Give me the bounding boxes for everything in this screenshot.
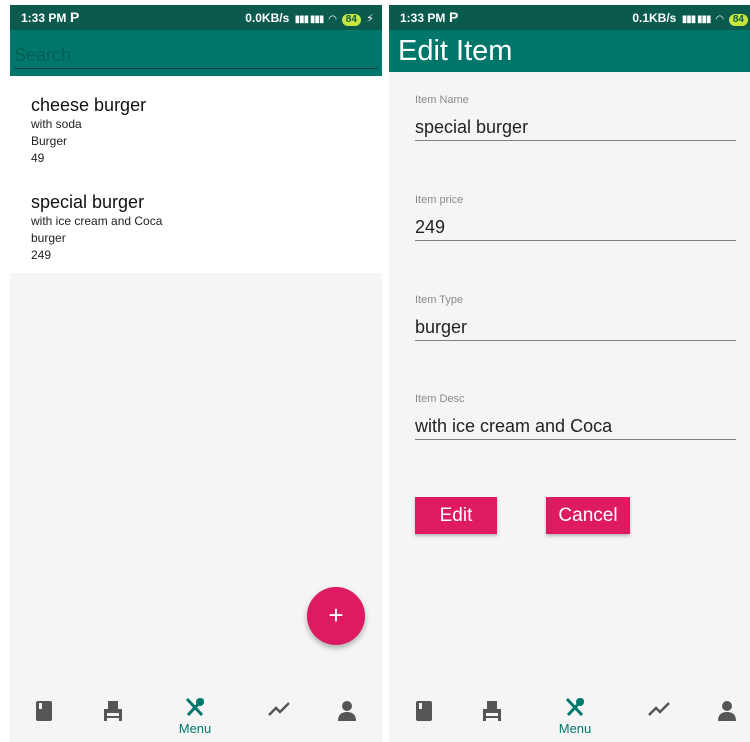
status-time: 1:33 PM <box>21 11 67 25</box>
wifi-icon: ◠ <box>715 14 724 25</box>
item-type: burger <box>31 231 66 245</box>
search-input[interactable] <box>14 42 378 69</box>
battery-icon: 84 <box>341 14 361 26</box>
edit-item-screen: 1:33 PM P 0.1KB/s ▮▮▮ ▮▮▮ ◠ 84 Edit Item… <box>389 5 750 742</box>
status-bar: 1:33 PM P 0.1KB/s ▮▮▮ ▮▮▮ ◠ 84 <box>389 5 750 30</box>
status-time: 1:33 PM <box>400 11 446 25</box>
nav-label-menu: Menu <box>178 721 212 736</box>
item-price-field-group: Item price <box>415 193 736 241</box>
nav-label-menu: Menu <box>558 721 592 736</box>
item-price: 49 <box>31 151 45 165</box>
status-indicators: 0.1KB/s ▮▮▮ ▮▮▮ ◠ 84 <box>632 11 748 26</box>
item-desc-label: Item Desc <box>415 393 465 405</box>
person-icon <box>700 701 750 725</box>
item-desc-field-group: Item Desc <box>415 392 736 440</box>
fork-spoon-icon <box>168 697 222 721</box>
edit-button[interactable]: Edit <box>415 497 497 534</box>
nav-item-menu[interactable]: Menu <box>548 695 602 742</box>
charging-icon: ⚡ <box>366 13 374 25</box>
bottom-navigation: Menu <box>10 695 382 742</box>
item-desc: with ice cream and Coca <box>31 214 163 228</box>
seat-icon <box>86 701 140 725</box>
nav-item-menu[interactable]: Menu <box>168 695 222 742</box>
cancel-button[interactable]: Cancel <box>546 497 630 534</box>
add-item-button[interactable]: + <box>307 587 365 645</box>
nav-item-book[interactable] <box>17 695 71 742</box>
network-speed: 0.0KB/s <box>245 11 290 25</box>
signal-icon: ▮▮▮ ▮▮▮ <box>681 14 712 25</box>
item-price: 249 <box>31 248 52 262</box>
status-bar: 1:33 PM P 0.0KB/s ▮▮▮ ▮▮▮ ◠ 84 ⚡ <box>10 5 382 30</box>
trending-icon <box>252 701 306 725</box>
book-icon <box>397 701 451 725</box>
app-notification-icon: P <box>70 9 80 25</box>
bottom-navigation: Menu <box>389 695 750 742</box>
battery-icon: 84 <box>728 14 748 26</box>
seat-icon <box>465 701 519 725</box>
fork-spoon-icon <box>548 697 602 721</box>
item-type-input[interactable] <box>415 314 736 341</box>
item-name: special burger <box>31 192 145 212</box>
list-item[interactable]: special burger with ice cream and Coca b… <box>31 191 162 264</box>
nav-item-profile[interactable] <box>320 695 374 742</box>
book-icon <box>17 701 71 725</box>
trending-icon <box>632 701 686 725</box>
item-type: Burger <box>31 134 68 148</box>
item-name-field-group: Item Name <box>415 93 736 141</box>
nav-item-profile[interactable] <box>700 695 750 742</box>
person-icon <box>320 701 374 725</box>
list-item[interactable]: cheese burger with soda Burger 49 <box>31 94 146 167</box>
item-price-label: Item price <box>415 194 464 206</box>
page-title: Edit Item <box>398 35 513 67</box>
item-name: cheese burger <box>31 95 147 115</box>
item-type-field-group: Item Type <box>415 293 736 341</box>
item-desc-input[interactable] <box>415 413 736 440</box>
nav-item-stats[interactable] <box>632 695 686 742</box>
nav-item-tables[interactable] <box>86 695 140 742</box>
wifi-icon: ◠ <box>328 14 337 25</box>
app-notification-icon: P <box>449 9 459 25</box>
nav-item-book[interactable] <box>397 695 451 742</box>
signal-icon: ▮▮▮ ▮▮▮ <box>294 14 325 25</box>
item-name-label: Item Name <box>415 94 469 106</box>
item-desc: with soda <box>31 117 82 131</box>
app-bar <box>10 30 382 76</box>
status-indicators: 0.0KB/s ▮▮▮ ▮▮▮ ◠ 84 ⚡ <box>245 11 374 26</box>
item-list: cheese burger with soda Burger 49 specia… <box>10 76 382 273</box>
app-bar: Edit Item <box>389 30 750 72</box>
nav-item-tables[interactable] <box>465 695 519 742</box>
nav-item-stats[interactable] <box>252 695 306 742</box>
menu-list-screen: 1:33 PM P 0.0KB/s ▮▮▮ ▮▮▮ ◠ 84 ⚡ cheese … <box>10 5 382 742</box>
item-type-label: Item Type <box>415 294 464 306</box>
network-speed: 0.1KB/s <box>632 11 677 25</box>
item-name-input[interactable] <box>415 114 736 141</box>
item-price-input[interactable] <box>415 214 736 241</box>
